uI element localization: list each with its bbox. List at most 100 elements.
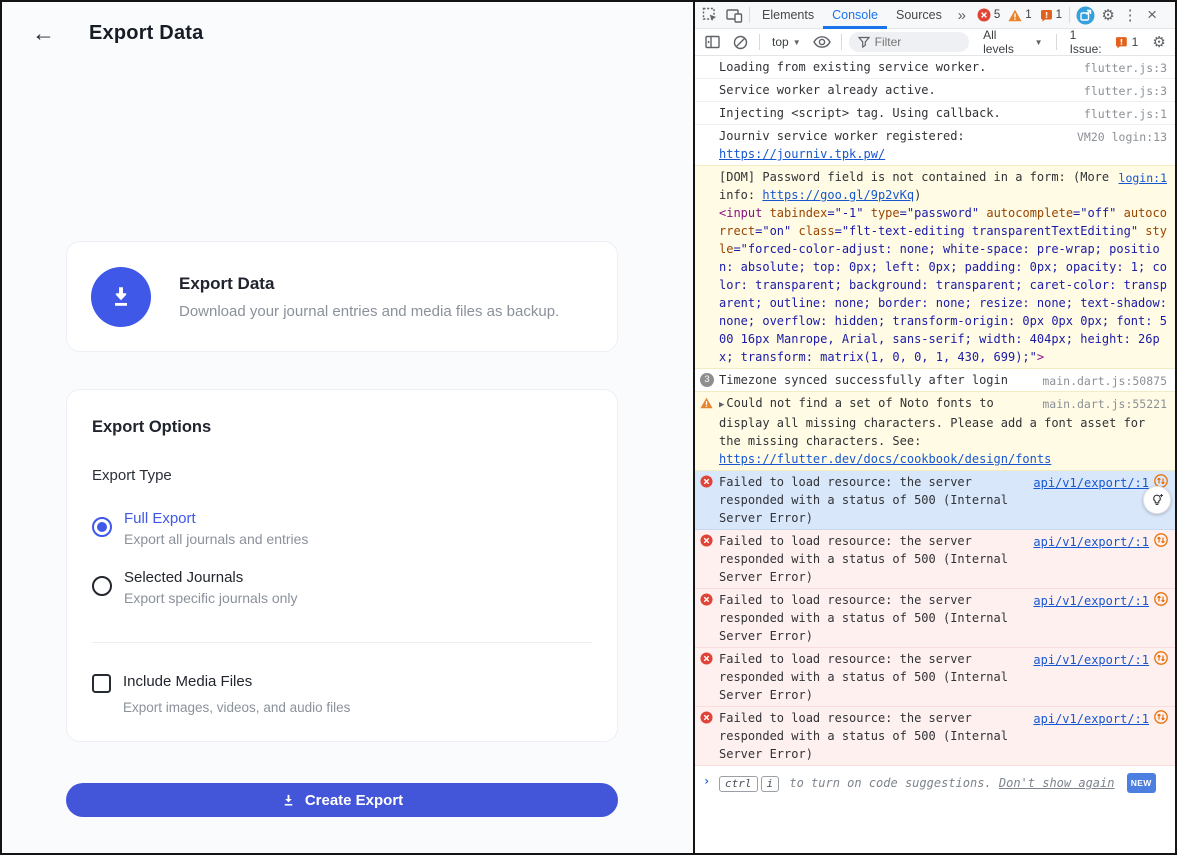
error-icon xyxy=(700,652,713,670)
download-circle-icon xyxy=(91,267,151,327)
radio-selected-journals[interactable]: Selected Journals Export specific journa… xyxy=(92,569,592,606)
app-window: ← Export Data Export Data Download your … xyxy=(0,0,1177,855)
settings-gear-icon[interactable]: ⚙ xyxy=(1097,6,1119,24)
inspect-element-icon[interactable] xyxy=(698,3,722,27)
ai-explain-error-button[interactable] xyxy=(1143,486,1171,514)
tab-elements[interactable]: Elements xyxy=(753,2,823,29)
device-toolbar-icon[interactable] xyxy=(722,3,746,27)
source-location[interactable]: main.dart.js:55221 xyxy=(1042,395,1167,413)
network-request-icon[interactable] xyxy=(1154,533,1168,552)
console-toolbar: top ▼ All levels ▼ 1 Issue: 1 ⚙ xyxy=(695,29,1175,56)
include-media-label: Include Media Files xyxy=(123,673,252,693)
new-badge: NEW xyxy=(1127,773,1156,793)
issue-icon xyxy=(1115,36,1128,49)
warning-count-badge[interactable]: 1 xyxy=(1008,9,1031,22)
page-content: Export Data Download your journal entrie… xyxy=(66,241,618,817)
error-icon xyxy=(700,711,713,729)
log-row: Injecting <script> tag. Using callback. … xyxy=(695,102,1175,125)
export-summary-subtitle: Download your journal entries and media … xyxy=(179,303,559,320)
expand-triangle-icon[interactable]: ▶ xyxy=(719,400,724,410)
export-summary-title: Export Data xyxy=(179,274,559,294)
error-row: Failed to load resource: the server resp… xyxy=(695,707,1175,766)
source-location[interactable]: VM20 login:13 xyxy=(1077,128,1167,146)
chevron-down-icon: ▼ xyxy=(1035,38,1043,47)
overflow-menu-icon[interactable]: ⋮ xyxy=(1119,6,1141,24)
divider xyxy=(841,34,842,50)
warning-icon xyxy=(1008,9,1022,22)
log-row: Service worker already active. flutter.j… xyxy=(695,79,1175,102)
export-options-title: Export Options xyxy=(92,418,592,437)
more-info-link[interactable]: https://goo.gl/9p2vKq xyxy=(762,188,914,202)
ctrl-key: ctrl xyxy=(719,776,758,792)
console-log: Loading from existing service worker. fl… xyxy=(695,56,1175,853)
console-settings-gear-icon[interactable]: ⚙ xyxy=(1148,33,1170,51)
error-icon xyxy=(977,8,991,22)
flutter-fonts-link[interactable]: https://flutter.dev/docs/cookbook/design… xyxy=(719,452,1051,466)
error-count-badge[interactable]: 5 xyxy=(977,8,1000,22)
export-endpoint-link[interactable]: api/v1/export/:1 xyxy=(1033,710,1149,728)
media-checkbox[interactable] xyxy=(92,674,111,693)
issues-count-badge[interactable]: 1 xyxy=(1040,9,1062,22)
error-icon xyxy=(700,593,713,611)
network-request-icon[interactable] xyxy=(1154,592,1168,611)
network-request-icon[interactable] xyxy=(1154,651,1168,670)
tab-console[interactable]: Console xyxy=(823,2,887,29)
log-levels-dropdown[interactable]: All levels ▼ xyxy=(977,28,1048,56)
prompt-chevron-icon: › xyxy=(703,773,710,789)
source-location[interactable]: flutter.js:1 xyxy=(1084,105,1167,123)
full-export-label: Full Export xyxy=(124,510,308,527)
divider xyxy=(1069,7,1070,23)
export-endpoint-link[interactable]: api/v1/export/:1 xyxy=(1033,651,1149,669)
export-summary-text: Export Data Download your journal entrie… xyxy=(179,274,559,320)
radio-button-unchecked[interactable] xyxy=(92,576,112,596)
dock-side-icon[interactable] xyxy=(1073,3,1097,27)
context-selector[interactable]: top ▼ xyxy=(767,35,806,49)
source-location[interactable]: login:1 xyxy=(1119,169,1167,187)
full-export-sublabel: Export all journals and entries xyxy=(124,531,308,547)
export-endpoint-link[interactable]: api/v1/export/:1 xyxy=(1033,533,1149,551)
console-sidebar-icon[interactable] xyxy=(700,30,724,54)
console-prompt[interactable]: › ctrli to turn on code suggestions. Don… xyxy=(695,766,1175,800)
error-icon xyxy=(700,534,713,552)
create-export-label: Create Export xyxy=(305,792,403,809)
page-header: ← Export Data xyxy=(2,2,693,45)
network-request-icon[interactable] xyxy=(1154,710,1168,729)
filter-box[interactable] xyxy=(849,32,970,52)
error-row: Failed to load resource: the server resp… xyxy=(695,648,1175,707)
radio-button-checked[interactable] xyxy=(92,517,112,537)
options-divider xyxy=(92,642,592,643)
noto-fonts-warning-row: ▶Could not find a set of Noto fonts to d… xyxy=(695,391,1175,471)
dom-password-warning-row: [DOM] Password field is not contained in… xyxy=(695,165,1175,369)
create-export-button[interactable]: Create Export xyxy=(66,783,618,817)
issues-chip[interactable]: 1 Issue: 1 xyxy=(1064,28,1145,56)
download-icon xyxy=(281,793,296,808)
filter-input[interactable] xyxy=(875,35,955,49)
error-row-hovered: Failed to load resource: the server resp… xyxy=(695,471,1175,530)
close-devtools-icon[interactable]: × xyxy=(1141,5,1163,25)
service-worker-link[interactable]: https://journiv.tpk.pw/ xyxy=(719,147,885,161)
source-location[interactable]: flutter.js:3 xyxy=(1084,82,1167,100)
source-location[interactable]: main.dart.js:50875 xyxy=(1042,372,1167,390)
error-row: Failed to load resource: the server resp… xyxy=(695,589,1175,648)
issue-icon xyxy=(1040,9,1053,22)
error-icon xyxy=(700,475,713,493)
i-key: i xyxy=(761,776,780,792)
back-button[interactable]: ← xyxy=(32,22,55,45)
more-tabs-icon[interactable]: » xyxy=(951,7,973,24)
include-media-sublabel: Export images, videos, and audio files xyxy=(123,700,592,715)
tab-sources[interactable]: Sources xyxy=(887,2,951,29)
export-endpoint-link[interactable]: api/v1/export/:1 xyxy=(1033,474,1149,492)
clear-console-icon[interactable] xyxy=(728,30,752,54)
page-title: Export Data xyxy=(89,22,203,45)
divider xyxy=(759,34,760,50)
devtools-panel: Elements Console Sources » 5 1 1 ⚙ ⋮ × xyxy=(693,2,1175,853)
live-expression-eye-icon[interactable] xyxy=(810,30,834,54)
radio-full-export[interactable]: Full Export Export all journals and entr… xyxy=(92,510,592,547)
dont-show-again-link[interactable]: Don't show again xyxy=(999,776,1115,790)
export-endpoint-link[interactable]: api/v1/export/:1 xyxy=(1033,592,1149,610)
selected-journals-sublabel: Export specific journals only xyxy=(124,590,298,606)
include-media-row[interactable]: Include Media Files xyxy=(92,673,592,693)
divider xyxy=(1056,34,1057,50)
source-location[interactable]: flutter.js:3 xyxy=(1084,59,1167,77)
selected-journals-label: Selected Journals xyxy=(124,569,298,586)
